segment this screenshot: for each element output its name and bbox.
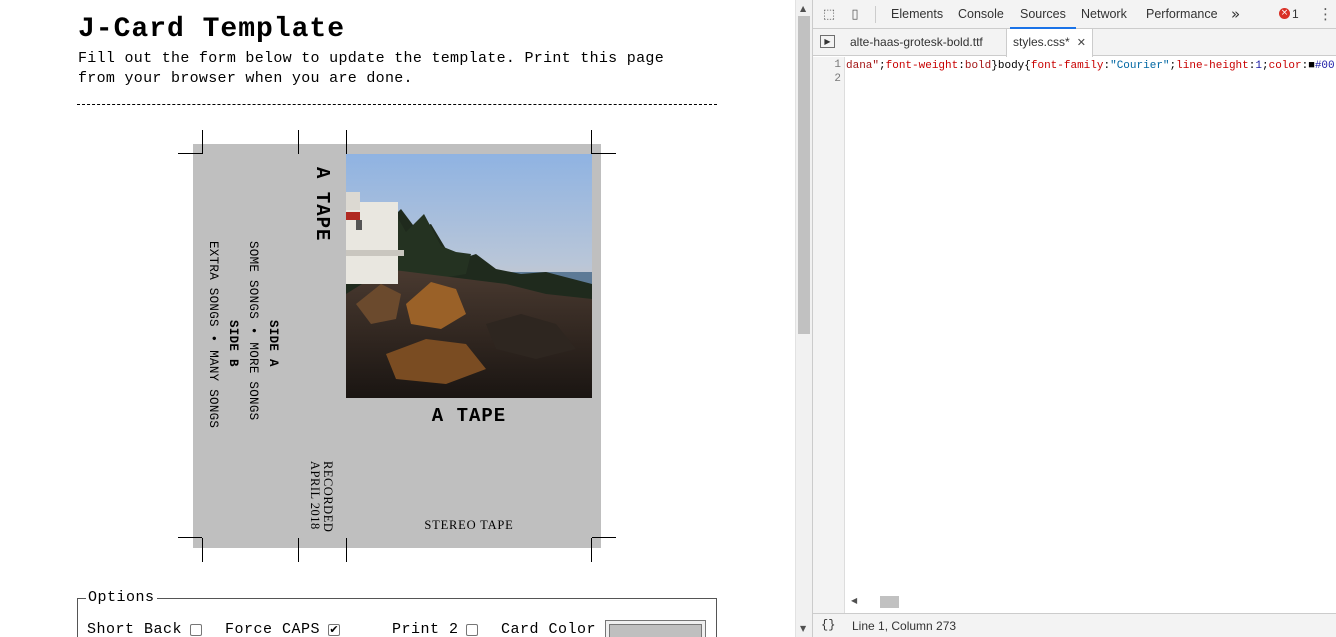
crop-mark-top-2: [298, 130, 299, 154]
intro-line-1: Fill out the form below to update the te…: [78, 50, 664, 67]
crop-mark-bottom-1: [202, 538, 203, 562]
print2-label: Print 2: [392, 621, 459, 637]
scroll-left-icon[interactable]: ◀: [851, 596, 857, 605]
crop-mark-left-top: [178, 153, 202, 154]
force-caps-label: Force CAPS: [225, 621, 321, 637]
crop-mark-top-3: [346, 130, 347, 154]
code-token: #00: [1314, 60, 1335, 72]
code-token: dana": [846, 60, 880, 72]
code-token: :: [958, 60, 965, 72]
error-icon[interactable]: ×: [1279, 8, 1290, 19]
scroll-down-icon[interactable]: ▼: [800, 624, 806, 633]
close-tab-icon[interactable]: ✕: [1077, 36, 1086, 49]
more-options-icon[interactable]: ⋮: [1318, 0, 1333, 29]
editor-horizontal-scrollbar[interactable]: ◀: [846, 594, 1336, 610]
device-toolbar-icon[interactable]: ▯: [846, 6, 864, 24]
crop-mark-bottom-3: [346, 538, 347, 562]
side-b-tracks: EXTRA SONGS • MANY SONGS: [206, 241, 220, 429]
devtools-toolbar: ⬚ ▯ Elements Console Sources Network Per…: [813, 0, 1336, 29]
tab-performance[interactable]: Performance: [1146, 0, 1218, 29]
file-tab-font[interactable]: alte-haas-grotesk-bold.ttf: [850, 29, 983, 56]
pretty-print-icon[interactable]: {}: [821, 618, 835, 632]
code-token: ■: [1308, 60, 1315, 72]
toggle-navigator-icon[interactable]: ▶: [820, 35, 835, 48]
code-token: font-family: [1030, 60, 1104, 72]
card-color-picker[interactable]: [605, 620, 706, 637]
code-token: 1: [1255, 60, 1262, 72]
front-title: A TAPE: [431, 405, 507, 427]
intro-line-2: from your browser when you are done.: [78, 70, 413, 87]
line-number: 1: [834, 59, 841, 71]
dashed-divider: [77, 104, 717, 105]
inspect-element-icon[interactable]: ⬚: [820, 6, 838, 24]
page-scrollbar[interactable]: ▲ ▼: [795, 0, 812, 637]
crop-mark-top-1: [202, 130, 203, 154]
editor-scrollbar-thumb[interactable]: [880, 596, 899, 608]
page-title: J-Card Template: [78, 14, 346, 45]
short-back-label: Short Back: [87, 621, 183, 637]
crop-mark-bottom-4: [591, 538, 592, 562]
tab-console[interactable]: Console: [958, 0, 1004, 29]
code-token: bold: [964, 60, 992, 72]
cover-photo: [346, 154, 592, 398]
page-scrollbar-thumb[interactable]: [798, 16, 810, 334]
code-token: font-weight: [885, 60, 959, 72]
card-color-swatch: [609, 624, 702, 637]
front-footer: STEREO TAPE: [424, 518, 514, 532]
file-tabs-bar: ▶ alte-haas-grotesk-bold.ttf styles.css*…: [813, 29, 1336, 57]
line-number-gutter: 1 2: [813, 57, 845, 613]
code-token: ;: [1261, 60, 1269, 72]
side-a-tracks: SOME SONGS • MORE SONGS: [246, 241, 260, 421]
code-editor-line-1[interactable]: dana";font-weight:bold}body{font-family:…: [846, 59, 1336, 75]
tab-elements[interactable]: Elements: [891, 0, 943, 29]
editor-status-bar: {} Line 1, Column 273: [813, 613, 1336, 637]
scroll-up-icon[interactable]: ▲: [800, 4, 806, 13]
code-token: line-height: [1176, 60, 1249, 72]
toolbar-divider: [875, 6, 876, 23]
code-token: color: [1268, 60, 1302, 72]
recorded-line-1: RECORDED: [321, 461, 335, 533]
cursor-position: Line 1, Column 273: [852, 619, 957, 633]
line-number: 2: [834, 73, 841, 85]
code-token: ;: [879, 60, 886, 72]
spine-title: A TAPE: [311, 167, 333, 242]
file-tab-styles[interactable]: styles.css* ✕: [1006, 29, 1093, 57]
options-legend: Options: [86, 589, 157, 606]
back-tracklist: SIDE A SOME SONGS • MORE SONGS SIDE B EX…: [203, 241, 283, 428]
crop-mark-right-top: [592, 153, 616, 154]
print2-checkbox[interactable]: [466, 624, 478, 636]
side-b-label: SIDE B: [226, 320, 240, 367]
page-intro: Fill out the form below to update the te…: [78, 49, 718, 89]
code-token: }body{: [991, 60, 1031, 72]
recorded-line-2: APRIL 2018: [308, 461, 322, 530]
tab-network[interactable]: Network: [1081, 0, 1127, 29]
crop-mark-bottom-2: [298, 538, 299, 562]
force-caps-checkbox[interactable]: ✔: [328, 624, 340, 636]
short-back-checkbox[interactable]: [190, 624, 202, 636]
recorded-info: RECORDED APRIL 2018: [308, 461, 335, 533]
tab-sources[interactable]: Sources: [1010, 0, 1076, 29]
side-a-label: SIDE A: [266, 320, 280, 367]
devtools-panel: ⬚ ▯ Elements Console Sources Network Per…: [812, 0, 1336, 637]
error-count[interactable]: 1: [1292, 0, 1299, 29]
crop-mark-top-4: [591, 130, 592, 154]
code-token: "Courier": [1110, 60, 1170, 72]
more-tabs-icon[interactable]: »: [1231, 0, 1240, 29]
page-viewport: J-Card Template Fill out the form below …: [0, 0, 795, 637]
crop-mark-right-bottom: [592, 537, 616, 538]
crop-mark-left-bottom: [178, 537, 202, 538]
card-color-label: Card Color: [501, 621, 597, 637]
